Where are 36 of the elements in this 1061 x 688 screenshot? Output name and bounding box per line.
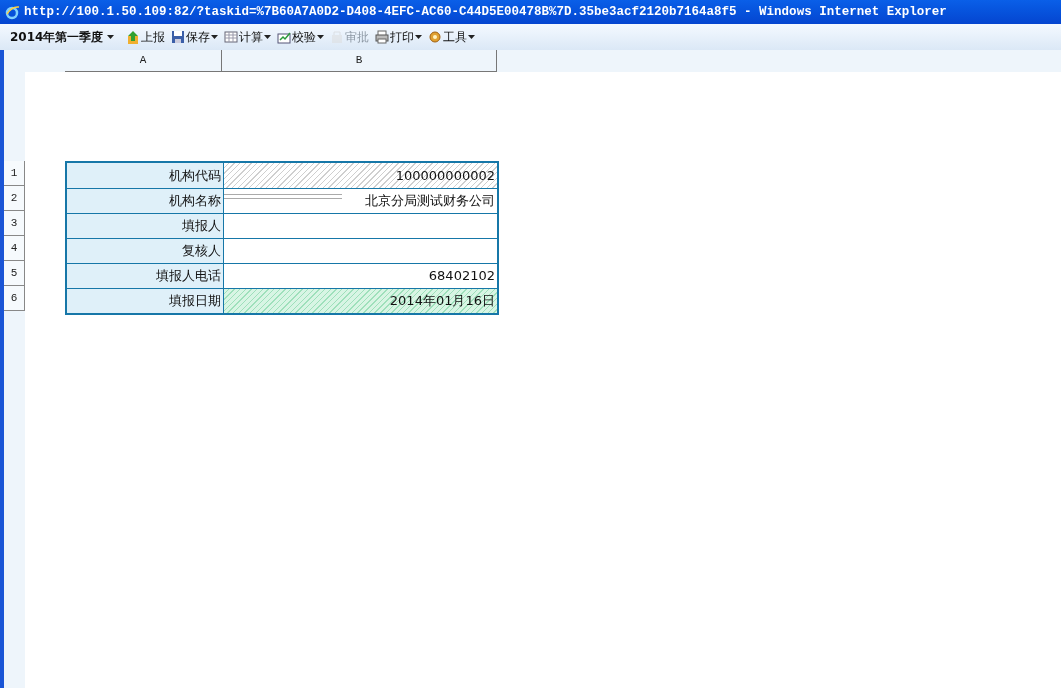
caret-icon — [317, 35, 325, 39]
field-label: 机构名称 — [67, 189, 224, 213]
field-value-cell[interactable]: 100000000002 — [224, 163, 497, 188]
column-header[interactable]: A — [65, 50, 222, 72]
field-label: 复核人 — [67, 239, 224, 263]
column-header[interactable]: B — [222, 50, 497, 72]
chart-check-icon — [277, 30, 292, 44]
period-dropdown[interactable]: 2014年第一季度 — [10, 28, 115, 46]
row-header[interactable]: 1 — [4, 161, 25, 186]
caret-icon — [107, 35, 115, 39]
row-header[interactable]: 5 — [4, 261, 25, 286]
grid-icon — [224, 30, 239, 44]
caret-icon — [415, 35, 423, 39]
toolbar-button[interactable]: 计算 — [224, 28, 272, 46]
upload-arrow-icon — [126, 30, 141, 44]
field-label: 填报人电话 — [67, 264, 224, 288]
field-value-cell[interactable]: 2014年01月16日 — [224, 289, 497, 313]
toolbar-button[interactable]: 校验 — [277, 28, 325, 46]
toolbar-button[interactable]: 工具 — [428, 28, 476, 46]
window-title: http://100.1.50.109:82/?taskid=%7B60A7A0D2-D408-4EFC-AC60-C44D5E00478B%7D.35be3acf2120b7164a8f5 - Windows Internet Explorer — [24, 3, 947, 21]
toolbar-button[interactable]: 保存 — [171, 28, 219, 46]
field-value-cell[interactable]: 68402102 — [224, 264, 497, 288]
caret-icon — [211, 35, 219, 39]
toolbar-button[interactable]: 上报 — [126, 28, 166, 46]
toolbar-button[interactable]: 打印 — [375, 28, 423, 46]
row-header[interactable]: 6 — [4, 286, 25, 311]
caret-icon — [468, 35, 476, 39]
caret-icon — [264, 35, 272, 39]
field-label: 机构代码 — [67, 163, 224, 188]
row-header[interactable]: 2 — [4, 186, 25, 211]
field-label: 填报人 — [67, 214, 224, 238]
printer-icon — [375, 30, 390, 44]
field-label: 填报日期 — [67, 289, 224, 313]
browser-logo-icon — [4, 4, 20, 20]
row-header[interactable]: 3 — [4, 211, 25, 236]
row-header[interactable]: 4 — [4, 236, 25, 261]
